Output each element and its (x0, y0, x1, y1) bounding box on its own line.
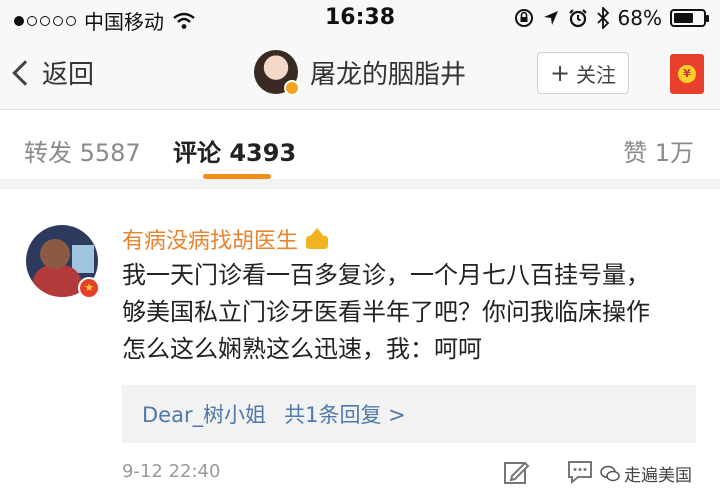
tab-bar: 转发 5587 评论 4393 赞 1万 (0, 111, 720, 189)
active-tab-indicator (203, 174, 271, 179)
alarm-icon (568, 9, 587, 28)
red-envelope-icon[interactable]: ¥ (670, 54, 704, 94)
comment-line: 怎么这么娴熟这么迅速，我：呵呵 (122, 335, 482, 363)
tab-repost[interactable]: 转发 5587 (24, 133, 141, 168)
chevron-left-icon (12, 59, 38, 86)
verified-badge-icon (284, 80, 300, 96)
tab-likes[interactable]: 赞 1万 (623, 133, 694, 168)
wechat-icon (600, 465, 620, 481)
nav-user[interactable]: 屠龙的胭脂井 (254, 50, 467, 96)
watermark: 走遍美国 (600, 461, 692, 486)
watermark-text: 走遍美国 (624, 466, 692, 486)
tab-comments[interactable]: 评论 4393 (173, 133, 296, 168)
reply-count: 共1条回复 > (284, 403, 406, 427)
follow-button[interactable]: + 关注 (537, 52, 629, 94)
bluetooth-icon (596, 7, 609, 29)
back-label: 返回 (42, 60, 95, 90)
page-title: 屠龙的胭脂井 (310, 59, 467, 90)
status-bar: 中国移动 16:38 68% (0, 0, 720, 38)
battery-level (674, 13, 694, 23)
author-name: 有病没病找胡医生 (122, 229, 299, 254)
lock-rotation-icon (514, 9, 533, 27)
vip-badge-icon: ★ (78, 277, 100, 299)
nav-bar: 返回 屠龙的胭脂井 + 关注 ¥ (0, 38, 720, 110)
comment-line: 够美国私立门诊牙医看半年了吧？你问我临床操作 (122, 298, 650, 326)
comment-text: 我一天门诊看一百多复诊，一个月七八百挂号量， 够美国私立门诊牙医看半年了吧？你问… (122, 257, 702, 368)
comment-line: 我一天门诊看一百多复诊，一个月七八百挂号量， (122, 261, 650, 289)
avatar (254, 50, 300, 96)
back-button[interactable]: 返回 (12, 54, 95, 91)
comment-item: ★ 有病没病找胡医生 我一天门诊看一百多复诊，一个月七八百挂号量， 够美国私立门… (0, 199, 720, 504)
follow-label: 关注 (576, 62, 617, 87)
edit-icon[interactable] (502, 458, 530, 486)
reply-user: Dear_树小姐 (142, 403, 267, 427)
battery-icon (670, 9, 709, 27)
plus-icon: + (549, 59, 571, 87)
comment-timestamp: 9-12 22:40 (122, 461, 221, 482)
comment-icon[interactable] (566, 459, 594, 485)
reply-preview[interactable]: Dear_树小姐 共1条回复 > (122, 385, 696, 443)
comment-author[interactable]: 有病没病找胡医生 (122, 223, 330, 255)
location-icon (543, 11, 558, 25)
crown-icon (304, 228, 330, 250)
status-right: 68% (514, 6, 709, 30)
battery-percent: 68% (617, 6, 662, 30)
